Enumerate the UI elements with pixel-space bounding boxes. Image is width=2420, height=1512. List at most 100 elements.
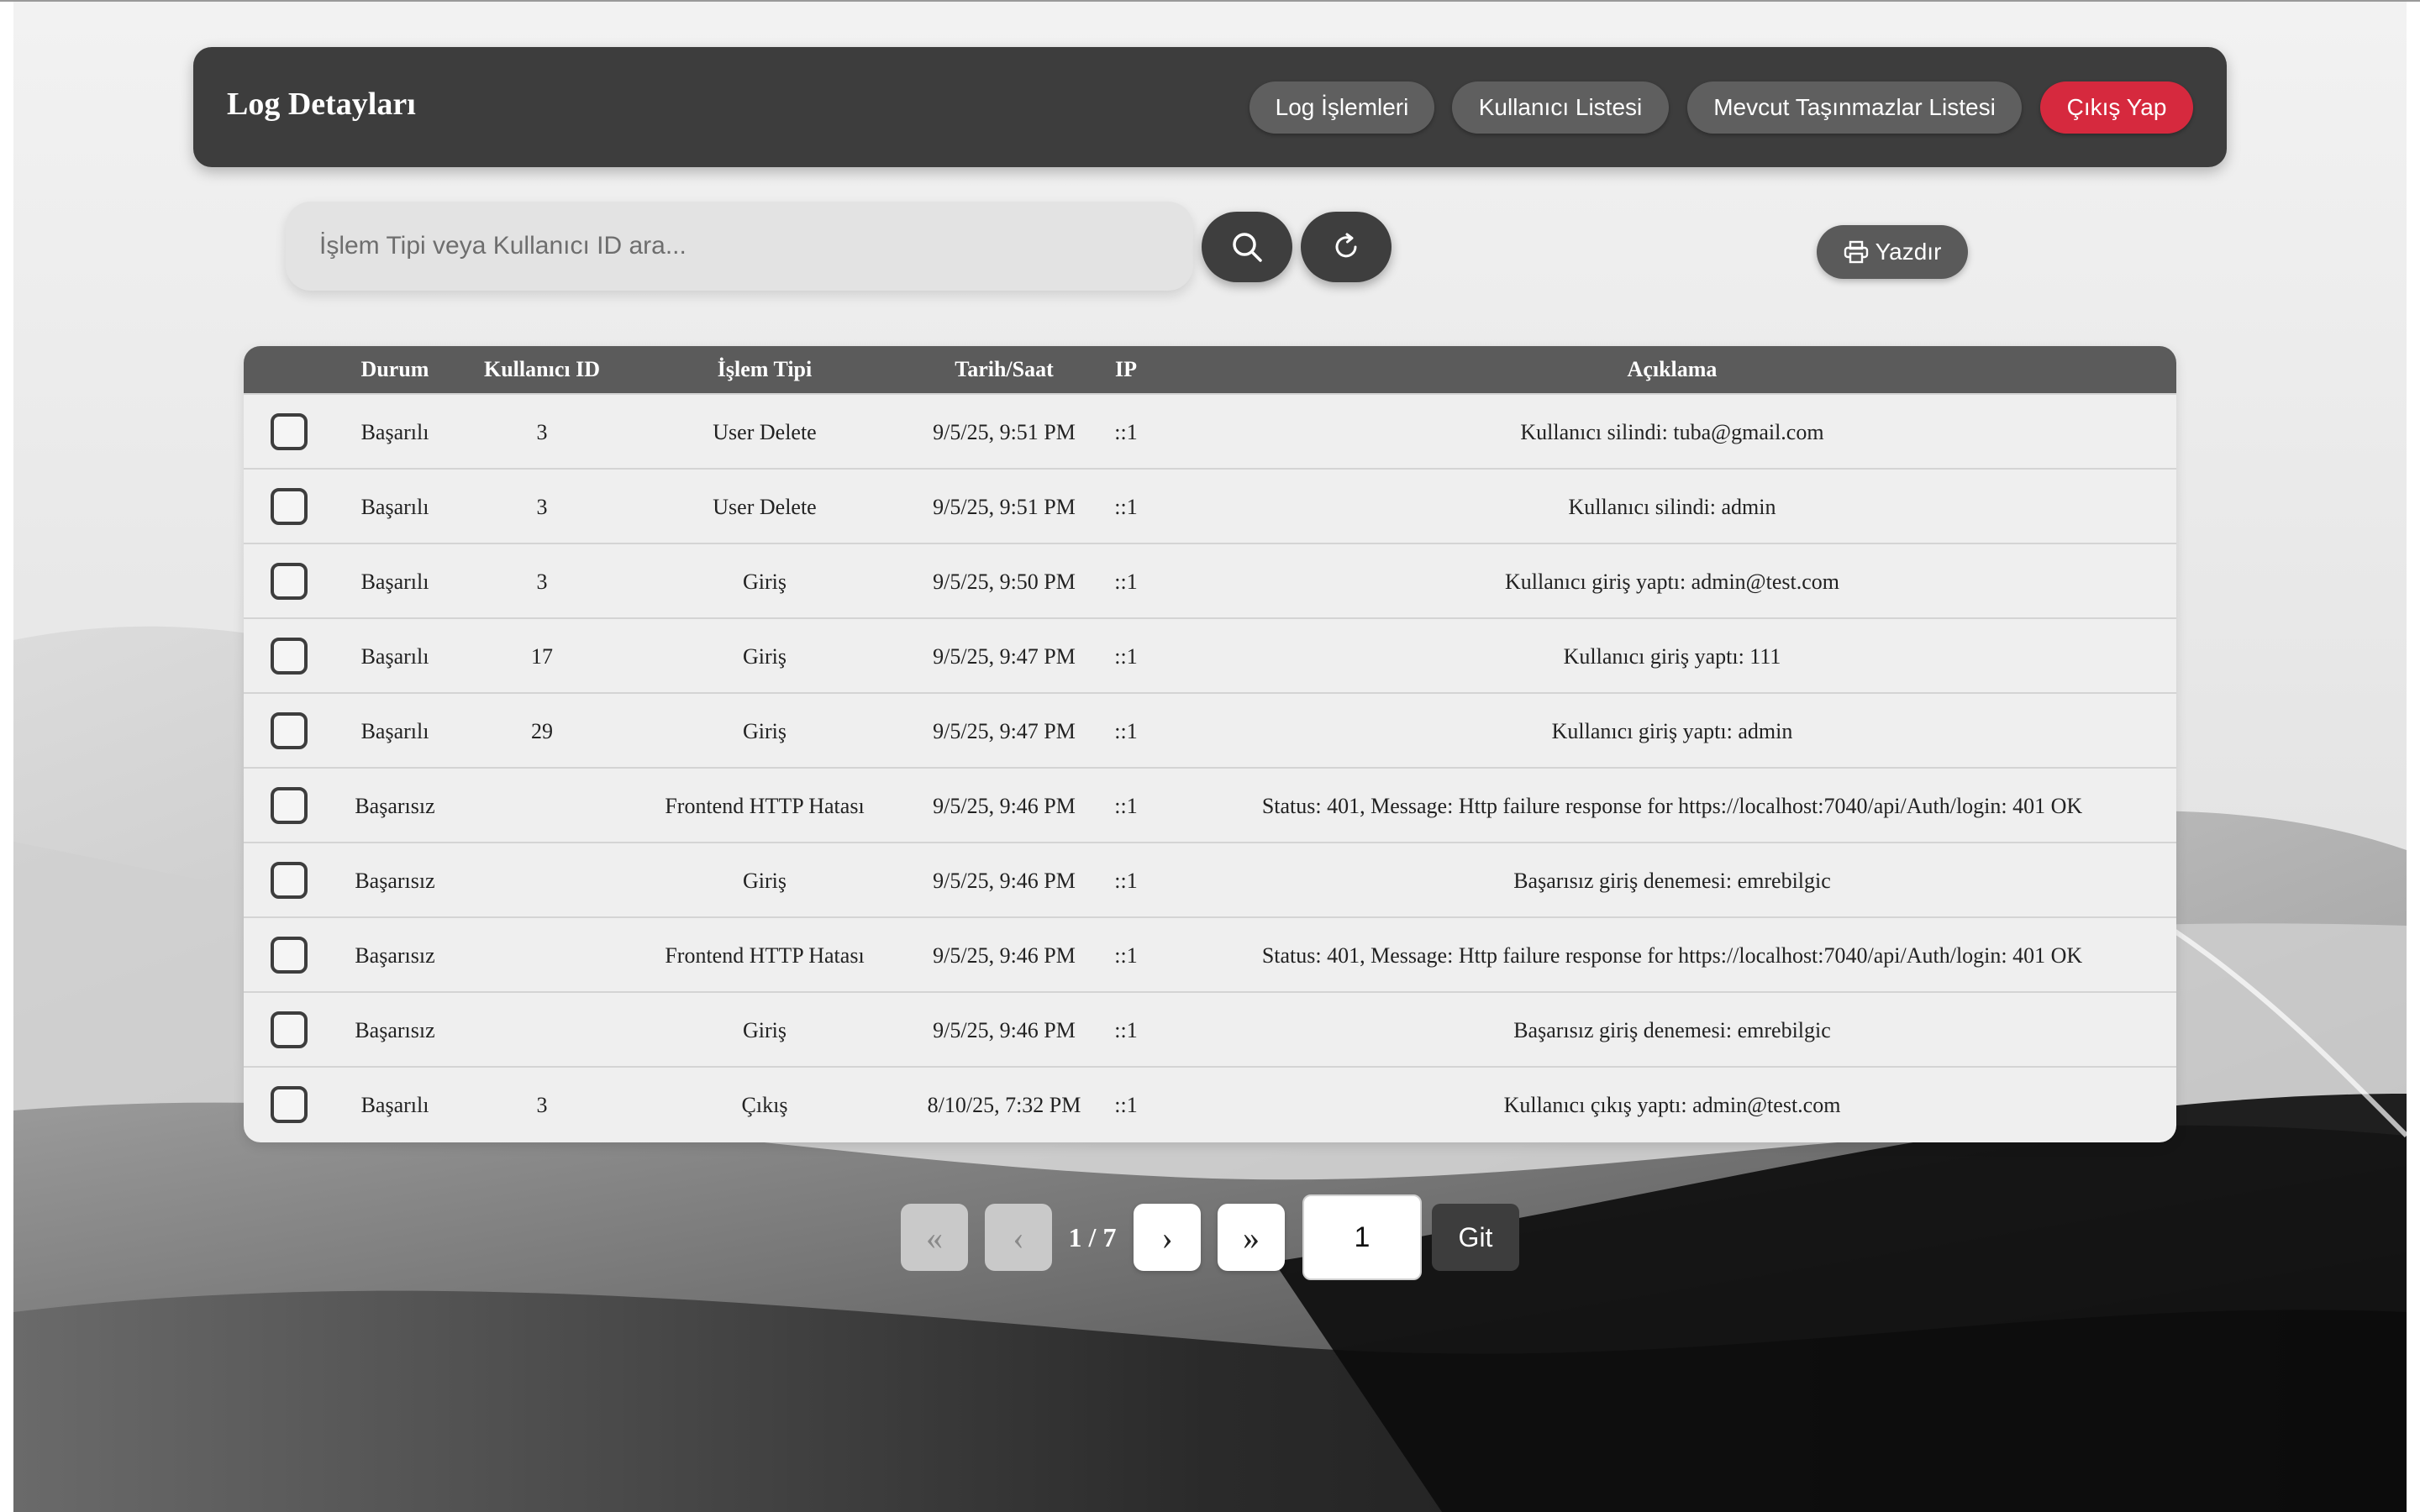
cell-aciklama: Başarısız giriş denemesi: emrebilgic [1513,1018,1831,1042]
row-checkbox[interactable] [271,638,308,675]
cell-kullanici-id: 29 [531,719,553,743]
cell-ip: ::1 [1114,570,1138,594]
cell-durum: Başarısız [355,943,435,968]
printer-icon [1844,240,1868,264]
column-header-ip[interactable]: IP [1092,346,1160,393]
cell-islem-tipi: User Delete [713,495,817,519]
search-box [286,202,1193,291]
row-checkbox[interactable] [271,563,308,600]
cell-tarih-saat: 9/5/25, 9:51 PM [933,420,1076,444]
search-input[interactable] [286,202,1193,291]
search-button[interactable] [1202,212,1292,282]
row-checkbox[interactable] [271,937,308,974]
table-row: Başarısız Frontend HTTP Hatası 9/5/25, 9… [244,767,2176,842]
column-header-tarih-saat[interactable]: Tarih/Saat [916,346,1092,393]
prev-page-button[interactable]: ‹ [985,1204,1052,1271]
log-table: Durum Kullanıcı ID İşlem Tipi Tarih/Saat… [244,346,2176,1142]
table-row: Başarılı 3 Giriş 9/5/25, 9:50 PM ::1 Kul… [244,543,2176,617]
cell-durum: Başarılı [360,495,429,519]
nav-log-islemleri-button[interactable]: Log İşlemleri [1249,81,1434,134]
cell-tarih-saat: 9/5/25, 9:46 PM [933,1018,1076,1042]
logout-button[interactable]: Çıkış Yap [2040,81,2193,134]
cell-ip: ::1 [1114,1093,1138,1117]
cell-tarih-saat: 8/10/25, 7:32 PM [927,1093,1081,1117]
cell-ip: ::1 [1114,1018,1138,1042]
cell-aciklama: Kullanıcı giriş yaptı: admin@test.com [1505,570,1839,594]
table-row: Başarılı 29 Giriş 9/5/25, 9:47 PM ::1 Ku… [244,692,2176,767]
cell-aciklama: Status: 401, Message: Http failure respo… [1261,943,2083,968]
cell-durum: Başarılı [360,1093,429,1117]
row-checkbox[interactable] [271,712,308,749]
cell-durum: Başarısız [355,794,435,818]
search-icon [1233,233,1262,262]
cell-ip: ::1 [1114,943,1138,968]
cell-tarih-saat: 9/5/25, 9:46 PM [933,794,1076,818]
cell-kullanici-id [471,918,613,993]
last-page-button[interactable]: » [1218,1204,1285,1271]
cell-islem-tipi: Giriş [743,869,786,893]
cell-ip: ::1 [1114,420,1138,444]
column-header-durum[interactable]: Durum [336,346,454,393]
cell-islem-tipi: Giriş [743,644,786,669]
cell-durum: Başarılı [360,644,429,669]
page-title: Log Detayları [227,87,416,122]
nav-tasinmazlar-listesi-button[interactable]: Mevcut Taşınmazlar Listesi [1687,81,2022,134]
cell-durum: Başarılı [360,420,429,444]
column-header-aciklama[interactable]: Açıklama [1160,346,2176,393]
cell-islem-tipi: Çıkış [741,1093,788,1117]
cell-aciklama: Kullanıcı silindi: admin [1568,495,1776,519]
cell-tarih-saat: 9/5/25, 9:50 PM [933,570,1076,594]
row-checkbox[interactable] [271,488,308,525]
nav-kullanici-listesi-button[interactable]: Kullanıcı Listesi [1452,81,1669,134]
refresh-button[interactable] [1301,212,1392,282]
cell-aciklama: Kullanıcı giriş yaptı: 111 [1563,644,1781,669]
cell-tarih-saat: 9/5/25, 9:46 PM [933,943,1076,968]
cell-aciklama: Başarısız giriş denemesi: emrebilgic [1513,869,1831,893]
cell-kullanici-id: 3 [536,1093,548,1117]
cell-ip: ::1 [1114,644,1138,669]
cell-tarih-saat: 9/5/25, 9:47 PM [933,719,1076,743]
page-indicator: 1 / 7 [1068,1222,1117,1252]
cell-kullanici-id: 3 [536,570,548,594]
table-row: Başarısız Frontend HTTP Hatası 9/5/25, 9… [244,916,2176,991]
table-row: Başarılı 17 Giriş 9/5/25, 9:47 PM ::1 Ku… [244,617,2176,692]
row-checkbox[interactable] [271,413,308,450]
first-page-button[interactable]: « [901,1204,968,1271]
cell-kullanici-id: 3 [536,420,548,444]
row-checkbox[interactable] [271,787,308,824]
cell-kullanici-id: 3 [536,495,548,519]
row-checkbox[interactable] [271,862,308,899]
print-button[interactable]: Yazdır [1817,225,1968,279]
cell-islem-tipi: Frontend HTTP Hatası [665,943,865,968]
go-button[interactable]: Git [1432,1204,1519,1271]
cell-islem-tipi: User Delete [713,420,817,444]
cell-ip: ::1 [1114,719,1138,743]
table-row: Başarılı 3 User Delete 9/5/25, 9:51 PM :… [244,468,2176,543]
column-header-kullanici-id[interactable]: Kullanıcı ID [471,346,613,393]
cell-islem-tipi: Frontend HTTP Hatası [665,794,865,818]
cell-kullanici-id [471,769,613,843]
column-header-islem-tipi[interactable]: İşlem Tipi [613,346,916,393]
cell-durum: Başarısız [355,1018,435,1042]
cell-tarih-saat: 9/5/25, 9:51 PM [933,495,1076,519]
print-label: Yazdır [1875,239,1942,265]
row-checkbox[interactable] [271,1086,308,1123]
cell-islem-tipi: Giriş [743,719,786,743]
cell-durum: Başarılı [360,570,429,594]
top-navbar: Log Detayları Log İşlemleri Kullanıcı Li… [193,47,2227,167]
next-page-button[interactable]: › [1134,1204,1201,1271]
cell-islem-tipi: Giriş [743,570,786,594]
cell-ip: ::1 [1114,869,1138,893]
table-row: Başarısız Giriş 9/5/25, 9:46 PM ::1 Başa… [244,842,2176,916]
cell-durum: Başarısız [355,869,435,893]
cell-aciklama: Kullanıcı giriş yaptı: admin [1551,719,1793,743]
row-checkbox[interactable] [271,1011,308,1048]
table-header: Durum Kullanıcı ID İşlem Tipi Tarih/Saat… [244,346,2176,393]
cell-kullanici-id: 17 [531,644,553,669]
refresh-icon [1335,233,1357,258]
cell-kullanici-id [471,993,613,1068]
cell-aciklama: Status: 401, Message: Http failure respo… [1261,794,2083,818]
cell-ip: ::1 [1114,794,1138,818]
page-number-input[interactable] [1302,1194,1422,1280]
table-row: Başarısız Giriş 9/5/25, 9:46 PM ::1 Başa… [244,991,2176,1066]
